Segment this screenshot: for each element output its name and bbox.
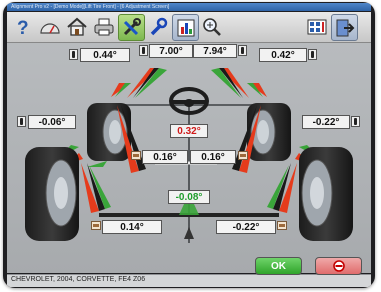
question-icon: ?	[17, 18, 29, 37]
app-window: Alignment Pro v2 - [Demo Mode][Lift Tire…	[3, 2, 375, 288]
camber-icon-rear-left	[17, 116, 26, 127]
no-entry-icon	[332, 260, 345, 272]
toe-icon-front-right	[238, 45, 247, 56]
toolbar: ?	[7, 12, 371, 43]
thrust-angle-readout: -0.08°	[168, 190, 210, 204]
cancel-button[interactable]	[315, 257, 362, 275]
tools-button[interactable]	[145, 14, 170, 39]
rear-right-camber-readout: -0.22°	[302, 115, 350, 129]
exit-button[interactable]	[331, 14, 358, 41]
zoom-button[interactable]	[199, 14, 224, 39]
status-bar: CHEVROLET, 2004, CORVETTE, FE4 Z06	[7, 274, 371, 287]
front-left-camber-readout: 0.44°	[80, 48, 130, 62]
rear-right-toe-readout: -0.22°	[216, 220, 276, 234]
door-exit-icon	[336, 19, 354, 36]
home-button[interactable]	[64, 14, 89, 39]
front-right-camber-readout: 0.42°	[259, 48, 307, 62]
report-button[interactable]	[172, 14, 199, 41]
ok-button[interactable]: OK	[255, 257, 302, 275]
magnifier-icon	[202, 17, 221, 36]
gauge-icon	[39, 22, 60, 34]
ok-label: OK	[271, 260, 286, 272]
wrench-pliers-icon	[123, 17, 141, 35]
grid-icon	[307, 19, 326, 34]
alignment-view: 0.44° 7.00° 7.94° 0.42° -0.06° -0.22° 0.…	[7, 43, 371, 273]
front-left-individual-toe-readout: 0.16°	[142, 150, 188, 164]
toe-icon-center-right	[238, 151, 248, 160]
toe-icon-rear-left	[91, 221, 101, 230]
toe-icon-center-left	[131, 151, 141, 160]
front-right-individual-toe-readout: 0.16°	[190, 150, 236, 164]
front-right-toe-readout: 7.94°	[193, 44, 237, 58]
printer-icon	[94, 18, 113, 35]
chart-icon	[177, 19, 194, 36]
print-button[interactable]	[91, 14, 116, 39]
camber-icon-front-left	[69, 49, 78, 60]
rear-left-toe-readout: 0.14°	[102, 220, 162, 234]
steering-readout: 0.32°	[170, 124, 208, 138]
wrench-icon	[150, 17, 167, 35]
rear-left-camber-readout: -0.06°	[28, 115, 76, 129]
layout-button[interactable]	[304, 14, 329, 39]
camber-icon-front-right	[308, 49, 317, 60]
vehicle-info: CHEVROLET, 2004, CORVETTE, FE4 Z06	[11, 276, 146, 283]
adjust-button[interactable]	[118, 14, 145, 41]
alignment-diagram	[7, 43, 371, 273]
front-left-toe-readout: 7.00°	[149, 44, 193, 58]
gauge-button[interactable]	[37, 14, 62, 39]
toe-icon-rear-right	[277, 221, 287, 230]
window-title: Alignment Pro v2 - [Demo Mode][Lift Tire…	[7, 3, 371, 11]
home-icon	[66, 17, 87, 36]
toe-icon-front-left	[139, 45, 148, 56]
camber-icon-rear-right	[351, 116, 360, 127]
svg-text:?: ?	[17, 18, 29, 37]
help-button[interactable]: ?	[10, 14, 35, 39]
